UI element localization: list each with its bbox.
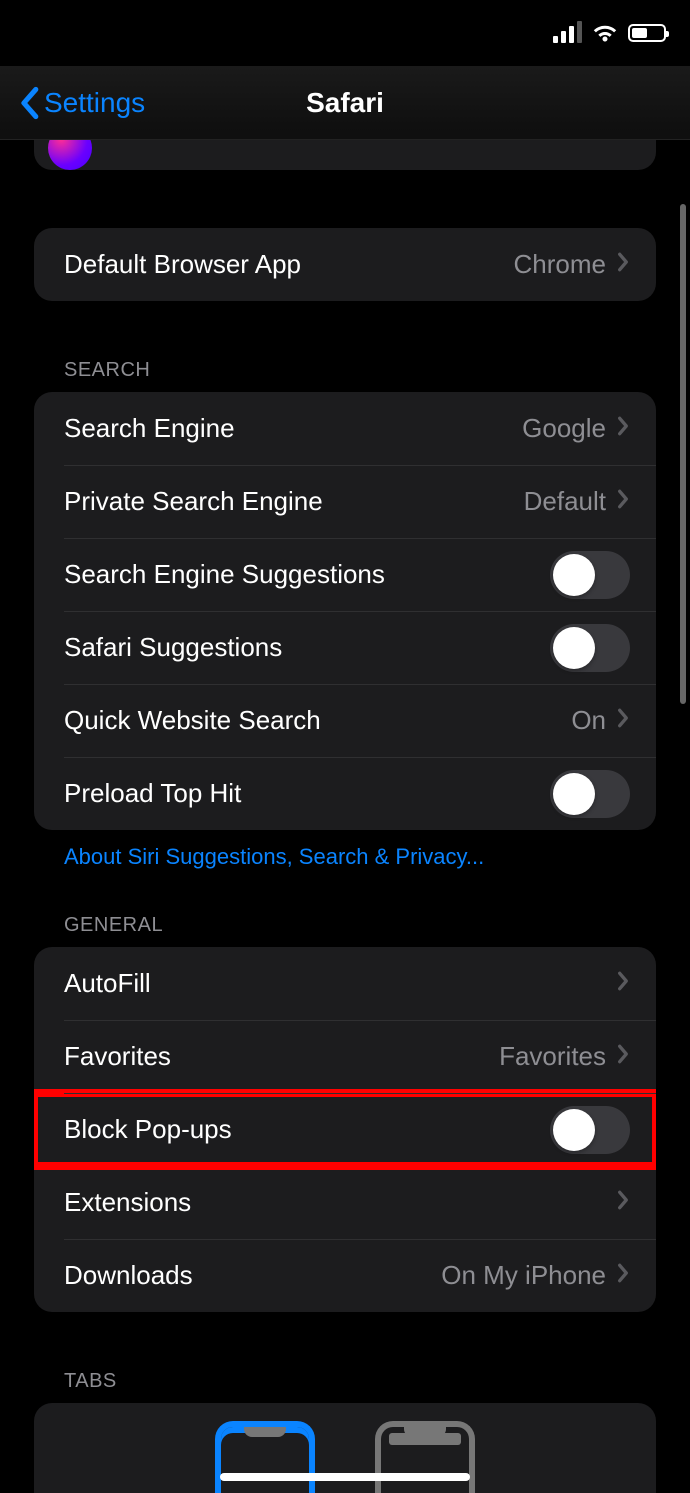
battery-icon: [628, 24, 666, 42]
section-header-search: SEARCH: [34, 359, 656, 392]
single-tab-option[interactable]: [375, 1421, 475, 1493]
chevron-right-icon: [616, 1189, 630, 1216]
row-label: Preload Top Hit: [64, 778, 550, 809]
block-popups-row: Block Pop-ups: [34, 1093, 656, 1166]
private-search-engine-row[interactable]: Private Search Engine Default: [34, 465, 656, 538]
chevron-right-icon: [616, 415, 630, 442]
chevron-right-icon: [616, 251, 630, 278]
scroll-indicator: [680, 204, 686, 704]
back-label: Settings: [44, 87, 145, 119]
row-label: Block Pop-ups: [64, 1114, 550, 1145]
autofill-row[interactable]: AutoFill: [34, 947, 656, 1020]
row-label: Search Engine Suggestions: [64, 559, 550, 590]
row-label: Safari Suggestions: [64, 632, 550, 663]
row-value: On My iPhone: [441, 1260, 606, 1291]
favorites-row[interactable]: Favorites Favorites: [34, 1020, 656, 1093]
block-popups-toggle[interactable]: [550, 1106, 630, 1154]
cellular-icon: [553, 23, 582, 43]
row-value: On: [571, 705, 606, 736]
section-header-general: GENERAL: [34, 914, 656, 947]
row-label: Private Search Engine: [64, 486, 524, 517]
chevron-right-icon: [616, 970, 630, 997]
chevron-left-icon: [18, 86, 40, 120]
row-label: Default Browser App: [64, 249, 514, 280]
row-value: Default: [524, 486, 606, 517]
default-browser-group: Default Browser App Chrome: [34, 228, 656, 301]
section-header-tabs: TABS: [34, 1370, 656, 1403]
siri-search-group-partial: [34, 140, 656, 170]
content-scroll[interactable]: Default Browser App Chrome SEARCH Search…: [0, 140, 690, 1493]
tab-bar-option[interactable]: [215, 1421, 315, 1493]
general-group: AutoFill Favorites Favorites Block Pop-u…: [34, 947, 656, 1312]
quick-website-search-row[interactable]: Quick Website Search On: [34, 684, 656, 757]
about-siri-suggestions-link[interactable]: About Siri Suggestions, Search & Privacy…: [34, 830, 656, 870]
navigation-bar: Settings Safari: [0, 66, 690, 140]
safari-suggestions-toggle[interactable]: [550, 624, 630, 672]
row-label: Quick Website Search: [64, 705, 571, 736]
default-browser-row[interactable]: Default Browser App Chrome: [34, 228, 656, 301]
downloads-row[interactable]: Downloads On My iPhone: [34, 1239, 656, 1312]
search-group: Search Engine Google Private Search Engi…: [34, 392, 656, 830]
preload-top-hit-toggle[interactable]: [550, 770, 630, 818]
row-label: Search Engine: [64, 413, 522, 444]
row-label: Downloads: [64, 1260, 441, 1291]
row-value: Favorites: [499, 1041, 606, 1072]
search-engine-suggestions-toggle[interactable]: [550, 551, 630, 599]
chevron-right-icon: [616, 1262, 630, 1289]
row-value: Chrome: [514, 249, 606, 280]
chevron-right-icon: [616, 488, 630, 515]
safari-suggestions-row: Safari Suggestions: [34, 611, 656, 684]
row-label: AutoFill: [64, 968, 616, 999]
back-button[interactable]: Settings: [18, 86, 145, 120]
row-label: Favorites: [64, 1041, 499, 1072]
row-label: Extensions: [64, 1187, 616, 1218]
status-bar: [0, 0, 690, 66]
wifi-icon: [592, 23, 618, 43]
chevron-right-icon: [616, 707, 630, 734]
search-engine-row[interactable]: Search Engine Google: [34, 392, 656, 465]
chevron-right-icon: [616, 1043, 630, 1070]
home-indicator[interactable]: [220, 1473, 470, 1481]
preload-top-hit-row: Preload Top Hit: [34, 757, 656, 830]
search-engine-suggestions-row: Search Engine Suggestions: [34, 538, 656, 611]
extensions-row[interactable]: Extensions: [34, 1166, 656, 1239]
row-value: Google: [522, 413, 606, 444]
